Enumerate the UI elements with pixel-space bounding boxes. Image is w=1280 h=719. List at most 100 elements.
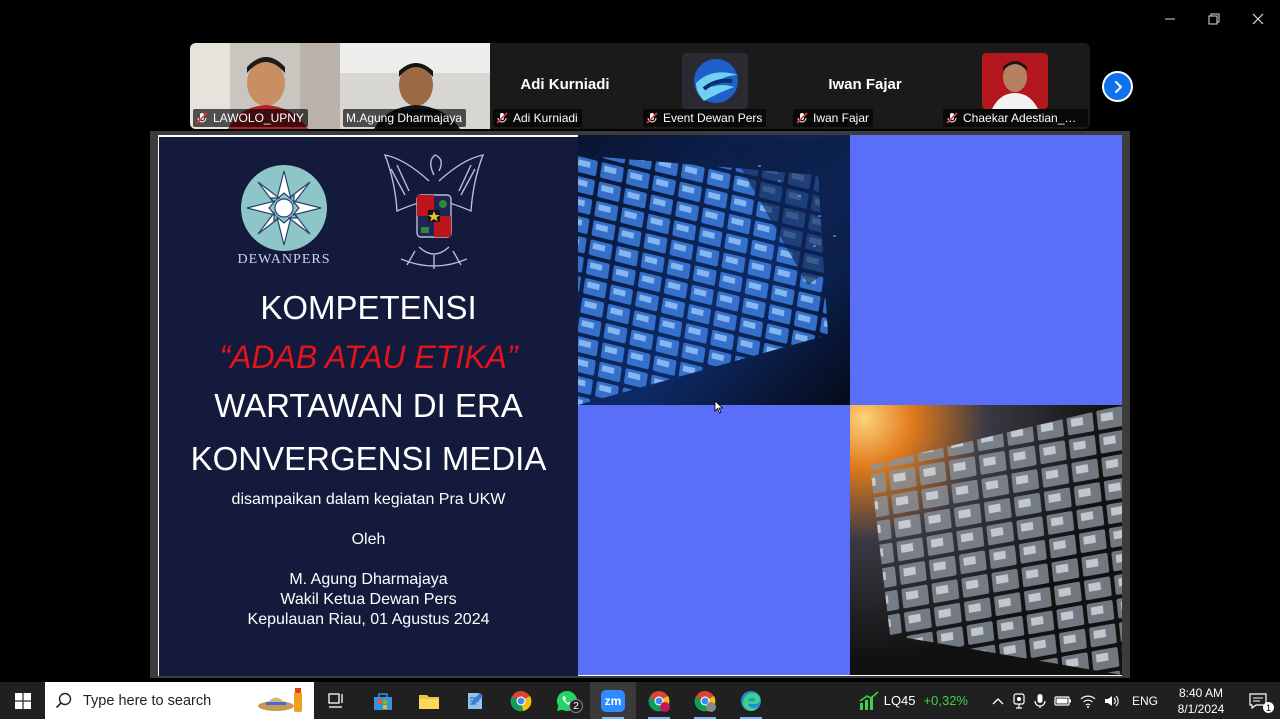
start-button[interactable]: [0, 682, 45, 719]
notepad-icon: [468, 692, 483, 709]
notification-center-button[interactable]: 1: [1236, 682, 1280, 719]
meet-now-button[interactable]: [1008, 682, 1030, 719]
participant-tile[interactable]: Chaekar Adestian_UP...: [940, 43, 1090, 129]
slide-title-line-3: WARTAWAN DI ERA: [214, 387, 523, 424]
chrome-profile-icon: [648, 690, 670, 712]
clock[interactable]: 8:40 AM 8/1/2024: [1166, 682, 1236, 719]
presentation-slide: DEWANPERS KOMPETENSI “ADAB ATAU ETIKA” W…: [158, 135, 1122, 676]
participant-label: Iwan Fajar: [793, 109, 874, 127]
microphone-button[interactable]: [1030, 682, 1050, 719]
search-icon: [55, 692, 72, 708]
mouse-cursor-icon: [714, 400, 724, 414]
participant-tile[interactable]: Adi Kurniadi Adi Kurniadi: [490, 43, 640, 129]
mic-muted-icon: [496, 112, 508, 124]
participant-label: Adi Kurniadi: [493, 109, 582, 127]
microsoft-store-icon: [374, 692, 392, 710]
participant-label: M.Agung Dharmajaya: [343, 109, 467, 127]
participant-name: Event Dewan Pers: [663, 111, 763, 125]
slide-title-panel: DEWANPERS KOMPETENSI “ADAB ATAU ETIKA” W…: [159, 137, 578, 676]
close-button[interactable]: [1236, 0, 1280, 38]
participant-tile[interactable]: LAWOLO_UPNY: [190, 43, 340, 129]
clock-date: 8/1/2024: [1177, 701, 1225, 716]
gallery-next-button[interactable]: [1102, 71, 1133, 102]
battery-button[interactable]: [1050, 682, 1076, 719]
windows-logo-icon: [14, 692, 31, 709]
task-view-icon: [328, 692, 343, 708]
volume-button[interactable]: [1100, 682, 1124, 719]
microsoft-store-button[interactable]: [360, 682, 406, 719]
battery-charging-icon: [1054, 695, 1071, 706]
slide-by-label: Oleh: [351, 531, 386, 548]
chrome-button[interactable]: [498, 682, 544, 719]
slide-title-line-2: “ADAB ATAU ETIKA”: [219, 339, 518, 375]
chrome-profile-2-button[interactable]: [682, 682, 728, 719]
dewan-pers-wordmark: DEWANPERS: [237, 252, 331, 267]
stock-widget[interactable]: LQ45 +0,32%: [854, 682, 972, 719]
notification-count-badge: 1: [1263, 702, 1274, 713]
chrome-profile-1-button[interactable]: [636, 682, 682, 719]
chrome-profile-icon: [694, 690, 716, 712]
task-view-button[interactable]: [314, 682, 360, 719]
stock-change: +0,32%: [923, 693, 968, 708]
participant-name: Adi Kurniadi: [513, 111, 578, 125]
microphone-icon: [1034, 693, 1046, 708]
window-controls: [1148, 0, 1280, 38]
participant-tile[interactable]: Iwan Fajar Iwan Fajar: [790, 43, 940, 129]
taskbar-search-box[interactable]: Type here to search: [45, 682, 314, 719]
zoom-label: zm: [604, 693, 622, 708]
wifi-icon: [1080, 695, 1096, 708]
participant-name: Chaekar Adestian_UP...: [963, 111, 1084, 125]
minimize-icon: [1165, 18, 1175, 20]
speaker-icon: [1104, 695, 1119, 706]
media-screens-image: [850, 405, 1122, 675]
webcam-icon: [1013, 692, 1025, 709]
system-tray: LQ45 +0,32% ENG 8:40 AM 8/1/2024 1: [854, 682, 1280, 719]
garuda-pancasila-emblem-icon: [383, 154, 485, 269]
zoom-button[interactable]: zm: [590, 682, 636, 719]
whatsapp-button[interactable]: 2: [544, 682, 590, 719]
participant-tile-active-speaker[interactable]: M.Agung Dharmajaya: [340, 43, 490, 129]
slide-place-date: Kepulauan Riau, 01 Agustus 2024: [247, 611, 490, 628]
slide-title-line-1: KOMPETENSI: [260, 289, 477, 326]
notepad-button[interactable]: [452, 682, 498, 719]
participant-name: M.Agung Dharmajaya: [346, 111, 463, 125]
shared-screen: DEWANPERS KOMPETENSI “ADAB ATAU ETIKA” W…: [150, 131, 1130, 678]
windows-taskbar: Type here to search 2 zm LQ45 +0,32% ENG…: [0, 682, 1280, 719]
slide-subtitle: disampaikan dalam kegiatan Pra UKW: [231, 491, 506, 508]
chevron-up-icon: [992, 697, 1004, 704]
participant-label: Chaekar Adestian_UP...: [943, 109, 1088, 127]
blue-panel: [850, 135, 1122, 405]
participant-gallery: LAWOLO_UPNY M.Agung Dharmajaya Adi Kurni…: [190, 43, 1090, 129]
show-hidden-icons-button[interactable]: [988, 682, 1008, 719]
search-placeholder: Type here to search: [83, 692, 212, 709]
participant-tile[interactable]: Event Dewan Pers: [640, 43, 790, 129]
language-indicator[interactable]: ENG: [1124, 682, 1166, 719]
whatsapp-unread-badge: 2: [569, 699, 583, 713]
file-explorer-button[interactable]: [406, 682, 452, 719]
search-highlight-icon: [258, 688, 302, 712]
wifi-button[interactable]: [1076, 682, 1100, 719]
participant-name: LAWOLO_UPNY: [213, 111, 304, 125]
clock-time: 8:40 AM: [1178, 685, 1224, 700]
participant-avatar: [982, 53, 1048, 109]
stock-name: LQ45: [883, 693, 916, 708]
chevron-right-icon: [1114, 80, 1122, 93]
participant-display-name: Adi Kurniadi: [520, 76, 610, 93]
slide-presenter-role: Wakil Ketua Dewan Pers: [280, 591, 457, 608]
mic-muted-icon: [646, 112, 658, 124]
folder-icon: [419, 694, 439, 709]
chrome-icon: [510, 690, 532, 711]
slide-presenter-name: M. Agung Dharmajaya: [289, 571, 448, 588]
mic-muted-icon: [196, 112, 208, 124]
mic-muted-icon: [946, 112, 958, 124]
restore-button[interactable]: [1192, 0, 1236, 38]
minimize-button[interactable]: [1148, 0, 1192, 38]
edge-button[interactable]: [728, 682, 774, 719]
dewan-pers-logo-icon: [241, 165, 327, 251]
edge-icon: [741, 690, 761, 711]
participant-label: Event Dewan Pers: [643, 109, 767, 127]
participant-name: Iwan Fajar: [813, 111, 870, 125]
participant-label: LAWOLO_UPNY: [193, 109, 308, 127]
close-icon: [1252, 13, 1264, 25]
mic-muted-icon: [796, 112, 808, 124]
